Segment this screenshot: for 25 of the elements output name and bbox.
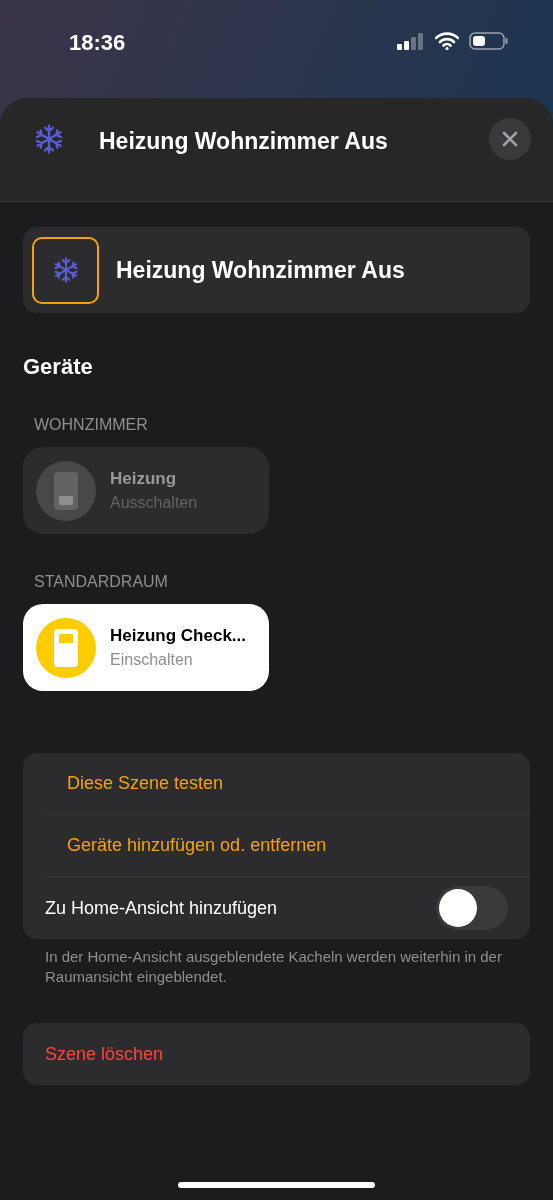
- action-link[interactable]: Geräte hinzufügen od. entfernen: [67, 832, 327, 859]
- toggle-switch[interactable]: [436, 886, 508, 930]
- device-name: Heizung: [110, 467, 178, 490]
- close-icon: [502, 131, 518, 147]
- toggle-label: Zu Home-Ansicht hinzufügen: [45, 896, 278, 920]
- device-tile[interactable]: Heizung Ausschalten: [23, 447, 269, 534]
- room-header: STANDARDRAUM: [34, 572, 169, 592]
- clock: 18:36: [69, 29, 126, 57]
- wifi-icon: [435, 32, 459, 50]
- device-action: Ausschalten: [110, 493, 198, 514]
- device-action: Einschalten: [110, 650, 194, 671]
- delete-scene-button[interactable]: Szene löschen: [45, 1040, 164, 1068]
- device-name: Heizung Check...: [110, 624, 247, 647]
- scene-name: Heizung Wohnzimmer Aus: [116, 255, 405, 285]
- close-button[interactable]: [489, 118, 531, 160]
- room-header: WOHNZIMMER: [34, 415, 149, 435]
- footnote: In der Home-Ansicht ausgeblendete Kacheln werden weiterhin in der Raumansicht eingeblendet.: [44, 947, 503, 987]
- device-tile[interactable]: Heizung Check... Einschalten: [23, 604, 269, 691]
- signal-icon: [397, 31, 425, 51]
- section-title: Geräte: [23, 353, 94, 381]
- action-link[interactable]: Diese Szene testen: [67, 770, 224, 797]
- scene-icon-button[interactable]: [32, 236, 99, 304]
- snowflake-icon: [33, 123, 65, 155]
- sheet-title: Heizung Wohnzimmer Aus: [99, 127, 389, 156]
- battery-icon: [469, 31, 509, 51]
